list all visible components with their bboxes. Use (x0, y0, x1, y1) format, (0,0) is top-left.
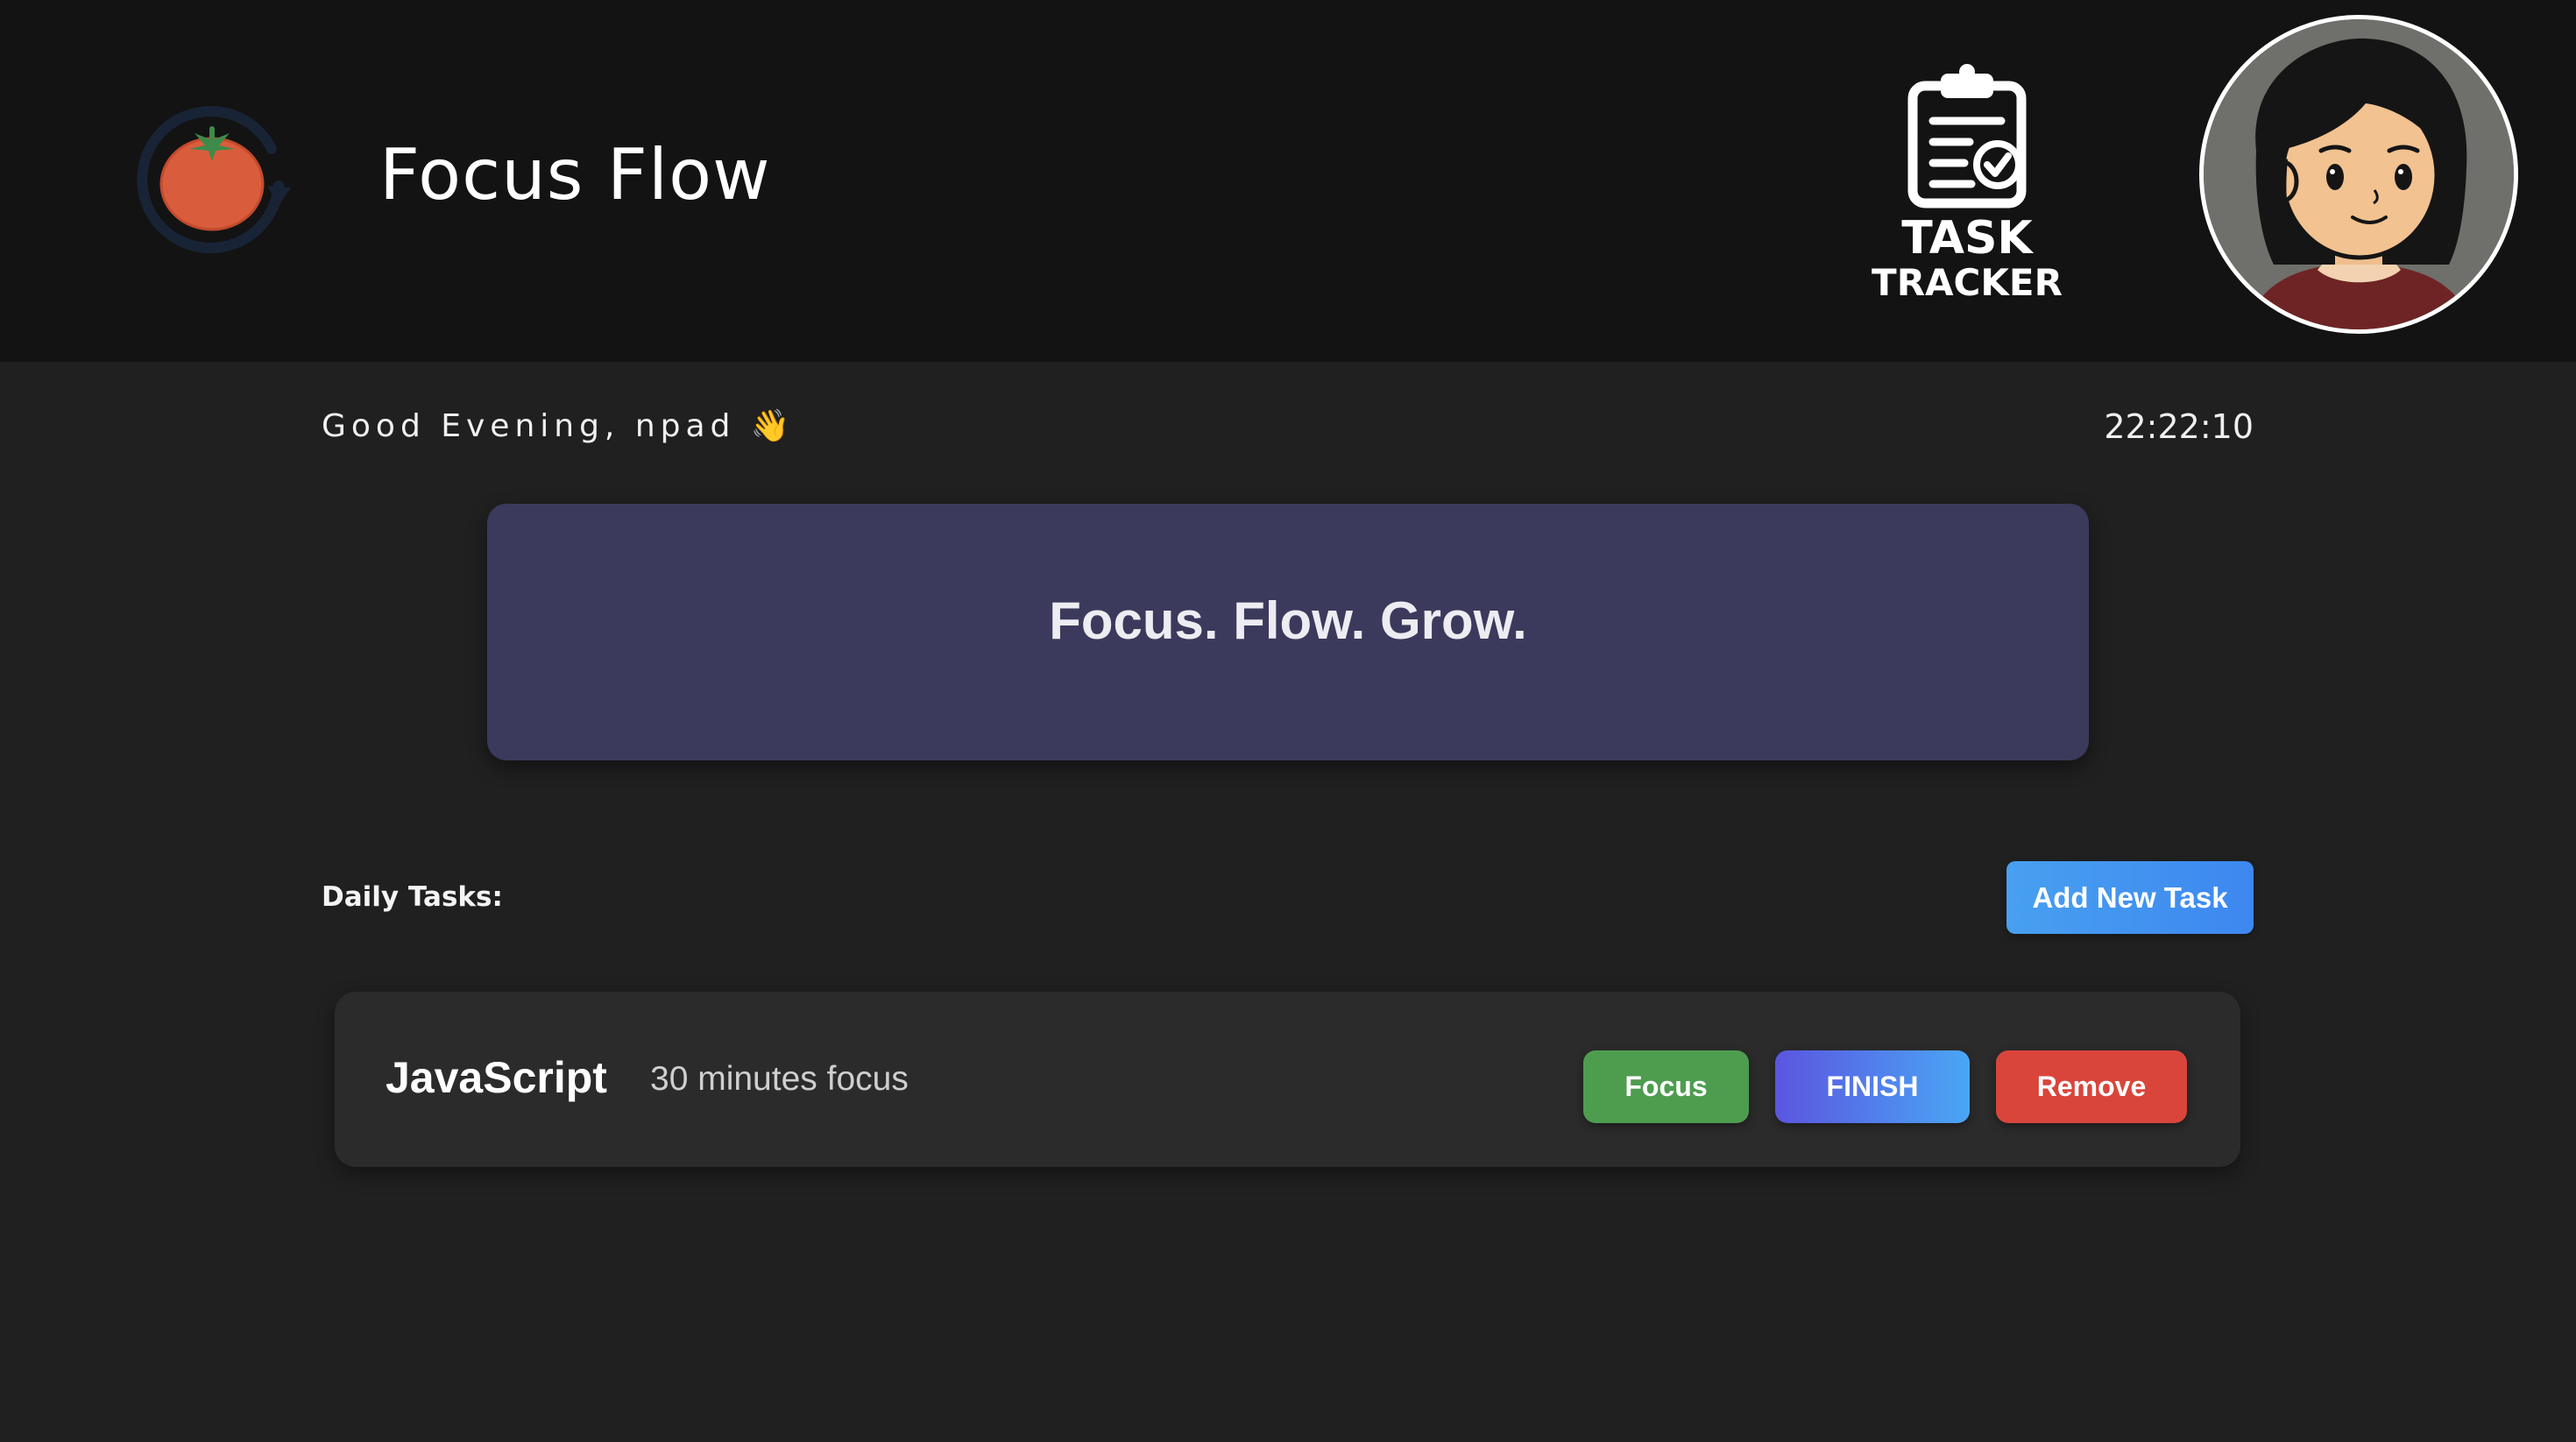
task-card: JavaScript 30 minutes focus Focus FINISH… (335, 992, 2240, 1167)
clipboard-check-icon (1907, 64, 2027, 209)
finish-button[interactable]: FINISH (1775, 1050, 1970, 1123)
greeting-text: Good Evening, npad 👋 (322, 408, 796, 444)
app-title: Focus Flow (379, 134, 771, 216)
motto-text: Focus. Flow. Grow. (1049, 591, 1527, 650)
remove-button[interactable]: Remove (1996, 1050, 2187, 1123)
task-tracker-label-line1: TASK (1901, 212, 2033, 265)
clock-time: 22:22:10 (2104, 407, 2254, 446)
motto-banner: Focus. Flow. Grow. (487, 504, 2089, 760)
task-tracker-label-line2: TRACKER (1872, 261, 2063, 304)
app-header: Focus Flow TASK TRACKER (0, 0, 2576, 362)
daily-tasks-label: Daily Tasks: (322, 881, 503, 913)
add-new-task-button[interactable]: Add New Task (2006, 861, 2254, 934)
user-avatar[interactable] (2199, 15, 2518, 334)
tomato-logo-icon[interactable] (131, 88, 298, 254)
focus-button[interactable]: Focus (1583, 1050, 1749, 1123)
task-tracker-button[interactable]: TASK TRACKER (1866, 61, 2068, 307)
task-duration: 30 minutes focus (650, 1060, 909, 1098)
task-name: JavaScript (386, 1053, 607, 1102)
